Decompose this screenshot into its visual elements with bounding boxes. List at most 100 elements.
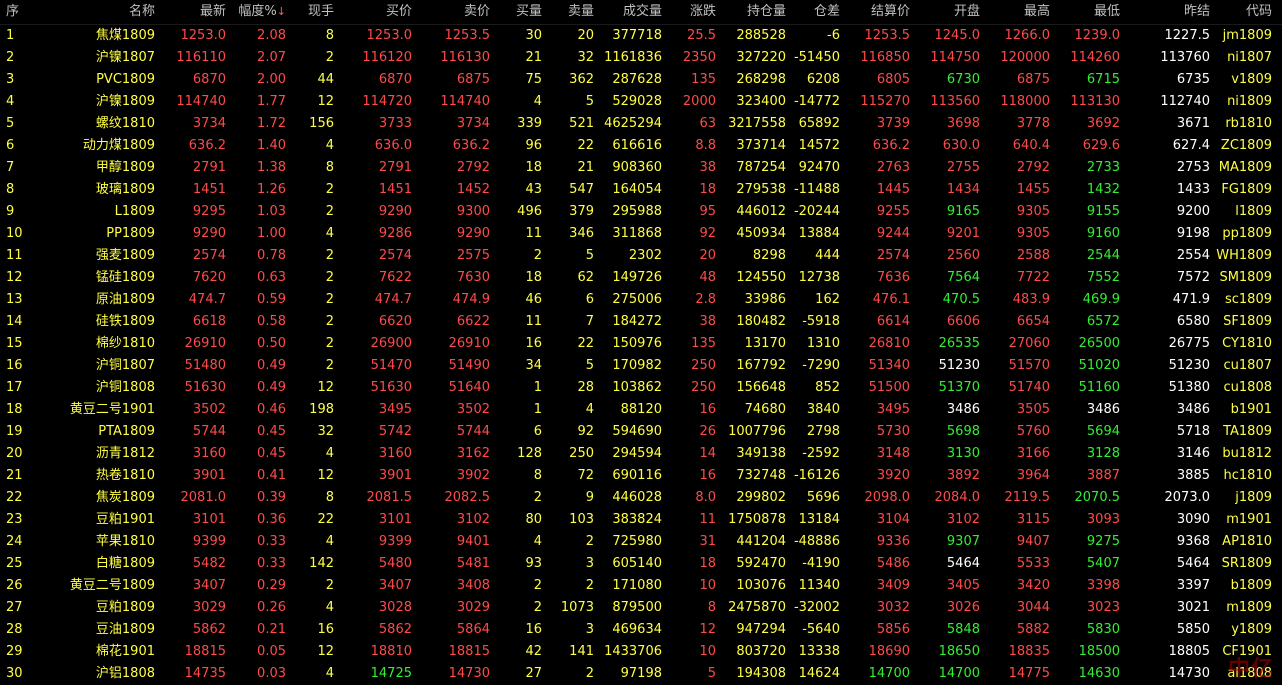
table-row[interactable]: 11 强麦1809 2574 0.78 2 2574 2575 2 5 2302 20 8298 444… bbox=[0, 245, 1282, 267]
header-turnover[interactable]: 成交量 bbox=[596, 0, 662, 24]
cell-bid: 7622 bbox=[378, 270, 412, 285]
cell-bid: 9399 bbox=[378, 534, 412, 549]
table-row[interactable]: 27 豆粕1809 3029 0.26 4 3028 3029 2 1073 879500 8 247… bbox=[0, 597, 1282, 619]
cell-change: 92 bbox=[699, 226, 716, 241]
cell-high: 7722 bbox=[1016, 270, 1050, 285]
cell-prev-settle: 3671 bbox=[1176, 116, 1210, 131]
cell-ask: 116130 bbox=[440, 50, 490, 65]
cell-settle: 3104 bbox=[876, 512, 910, 527]
cell-ask-volume: 2 bbox=[585, 666, 594, 681]
cell-index: 11 bbox=[6, 248, 23, 263]
table-row[interactable]: 16 沪铜1807 51480 0.49 2 51470 51490 34 5 170982 250… bbox=[0, 355, 1282, 377]
cell-name: 沪镍1807 bbox=[95, 50, 155, 65]
cell-code: ni1809 bbox=[1227, 94, 1272, 109]
table-row[interactable]: 24 苹果1810 9399 0.33 4 9399 9401 4 2 725980 31 44120… bbox=[0, 531, 1282, 553]
table-row[interactable]: 20 沥青1812 3160 0.45 4 3160 3162 128 250 294594 14 3… bbox=[0, 443, 1282, 465]
table-row[interactable]: 1 焦煤1809 1253.0 2.08 8 1253.0 1253.5 30 20 377718… bbox=[0, 25, 1282, 47]
table-row[interactable]: 3 PVC1809 6870 2.00 44 6870 6875 75 362 287628 135… bbox=[0, 69, 1282, 91]
cell-low: 3486 bbox=[1086, 402, 1120, 417]
cell-change: 8.8 bbox=[695, 138, 716, 153]
table-row[interactable]: 2 沪镍1807 116110 2.07 2 116120 116130 21 32 116183… bbox=[0, 47, 1282, 69]
cell-index: 12 bbox=[6, 270, 23, 285]
header-name[interactable]: 名称 bbox=[40, 0, 155, 24]
header-index[interactable]: 序 bbox=[6, 0, 36, 24]
cell-change-pct: 0.26 bbox=[257, 600, 286, 615]
cell-last: 14735 bbox=[184, 666, 226, 681]
header-prev-settle[interactable]: 昨结 bbox=[1122, 0, 1210, 24]
table-row[interactable]: 29 棉花1901 18815 0.05 12 18810 18815 42 141 143370… bbox=[0, 641, 1282, 663]
cell-change-pct: 0.59 bbox=[257, 292, 286, 307]
cell-code: cu1807 bbox=[1223, 358, 1272, 373]
table-row[interactable]: 7 甲醇1809 2791 1.38 8 2791 2792 18 21 908360 38 7872… bbox=[0, 157, 1282, 179]
cell-low: 3692 bbox=[1086, 116, 1120, 131]
table-row[interactable]: 19 PTA1809 5744 0.45 32 5742 5744 6 92 594690 26 10… bbox=[0, 421, 1282, 443]
header-high[interactable]: 最高 bbox=[982, 0, 1050, 24]
table-row[interactable]: 9 L1809 9295 1.03 2 9290 9300 496 379 295988 95 446… bbox=[0, 201, 1282, 223]
table-row[interactable]: 26 黄豆二号1809 3407 0.29 2 3407 3408 2 2 171080 10 103… bbox=[0, 575, 1282, 597]
cell-ask: 7630 bbox=[456, 270, 490, 285]
cell-name: PVC1809 bbox=[96, 72, 155, 87]
cell-prev-settle: 51380 bbox=[1168, 380, 1210, 395]
table-row[interactable]: 23 豆粕1901 3101 0.36 22 3101 3102 80 103 383824 11 1… bbox=[0, 509, 1282, 531]
header-ask-volume[interactable]: 卖量 bbox=[544, 0, 594, 24]
table-row[interactable]: 21 热卷1810 3901 0.41 12 3901 3902 8 72 690116 16 732… bbox=[0, 465, 1282, 487]
cell-low: 629.6 bbox=[1082, 138, 1120, 153]
table-row[interactable]: 6 动力煤1809 636.2 1.40 4 636.0 636.2 96 22 616616 8.… bbox=[0, 135, 1282, 157]
cell-oi-diff: 13184 bbox=[798, 512, 840, 527]
header-bid[interactable]: 买价 bbox=[336, 0, 412, 24]
cell-volume-now: 2 bbox=[325, 270, 334, 285]
header-change-pct[interactable]: 幅度%↓ bbox=[228, 0, 286, 24]
table-row[interactable]: 22 焦炭1809 2081.0 0.39 8 2081.5 2082.5 2 9 446028 8… bbox=[0, 487, 1282, 509]
table-row[interactable]: 8 玻璃1809 1451 1.26 2 1451 1452 43 547 164054 18 279… bbox=[0, 179, 1282, 201]
cell-volume-now: 16 bbox=[317, 622, 334, 637]
cell-index: 27 bbox=[6, 600, 23, 615]
cell-prev-settle: 3885 bbox=[1176, 468, 1210, 483]
cell-bid: 51470 bbox=[370, 358, 412, 373]
cell-settle: 636.2 bbox=[872, 138, 910, 153]
table-row[interactable]: 15 棉纱1810 26910 0.50 2 26900 26910 16 22 150976 13… bbox=[0, 333, 1282, 355]
table-row[interactable]: 18 黄豆二号1901 3502 0.46 198 3495 3502 1 4 88120 16 74… bbox=[0, 399, 1282, 421]
cell-open: 2084.0 bbox=[934, 490, 981, 505]
cell-code: b1809 bbox=[1230, 578, 1272, 593]
header-last[interactable]: 最新 bbox=[158, 0, 226, 24]
header-change[interactable]: 涨跌 bbox=[664, 0, 716, 24]
cell-ask-volume: 72 bbox=[577, 468, 594, 483]
cell-change-pct: 0.45 bbox=[257, 424, 286, 439]
cell-high: 9305 bbox=[1016, 226, 1050, 241]
header-open[interactable]: 开盘 bbox=[912, 0, 980, 24]
header-settle[interactable]: 结算价 bbox=[842, 0, 910, 24]
cell-settle: 9244 bbox=[876, 226, 910, 241]
table-row[interactable]: 4 沪镍1809 114740 1.77 12 114720 114740 4 5 529028 2… bbox=[0, 91, 1282, 113]
table-row[interactable]: 5 螺纹1810 3734 1.72 156 3733 3734 339 521 4625294 6… bbox=[0, 113, 1282, 135]
cell-change: 8.0 bbox=[695, 490, 716, 505]
cell-bid-volume: 34 bbox=[525, 358, 542, 373]
header-change-pct-label: 幅度% bbox=[238, 4, 277, 19]
cell-name: 豆油1809 bbox=[95, 622, 155, 637]
cell-volume-now: 44 bbox=[317, 72, 334, 87]
cell-ask-volume: 4 bbox=[585, 402, 594, 417]
cell-volume-now: 156 bbox=[309, 116, 334, 131]
header-bid-volume[interactable]: 买量 bbox=[492, 0, 542, 24]
cell-change: 20 bbox=[699, 248, 716, 263]
header-open-interest[interactable]: 持仓量 bbox=[718, 0, 786, 24]
header-volume-now[interactable]: 现手 bbox=[288, 0, 334, 24]
header-low[interactable]: 最低 bbox=[1052, 0, 1120, 24]
cell-volume-now: 22 bbox=[317, 512, 334, 527]
header-code[interactable]: 代码 bbox=[1212, 0, 1272, 24]
cell-open-interest: 3217558 bbox=[728, 116, 786, 131]
table-row[interactable]: 28 豆油1809 5862 0.21 16 5862 5864 16 3 469634 12 947… bbox=[0, 619, 1282, 641]
table-row[interactable]: 12 锰硅1809 7620 0.63 2 7622 7630 18 62 149726 48 124… bbox=[0, 267, 1282, 289]
header-ask[interactable]: 卖价 bbox=[414, 0, 490, 24]
table-row[interactable]: 13 原油1809 474.7 0.59 2 474.7 474.9 46 6 275006 2.8… bbox=[0, 289, 1282, 311]
cell-last: 5482 bbox=[192, 556, 226, 571]
cell-bid: 474.7 bbox=[374, 292, 412, 307]
header-oi-diff[interactable]: 仓差 bbox=[788, 0, 840, 24]
cell-oi-diff: -32002 bbox=[793, 600, 840, 615]
table-row[interactable]: 30 沪铝1808 14735 0.03 4 14725 14730 27 2 97198 5 194… bbox=[0, 663, 1282, 685]
table-row[interactable]: 25 白糖1809 5482 0.33 142 5480 5481 93 3 605140 18 59… bbox=[0, 553, 1282, 575]
table-row[interactable]: 10 PP1809 9290 1.00 4 9286 9290 11 346 311868 92 45… bbox=[0, 223, 1282, 245]
table-row[interactable]: 14 硅铁1809 6618 0.58 2 6620 6622 11 7 184272 38 1804… bbox=[0, 311, 1282, 333]
cell-prev-settle: 1227.5 bbox=[1164, 28, 1211, 43]
cell-prev-settle: 2073.0 bbox=[1164, 490, 1211, 505]
table-row[interactable]: 17 沪铜1808 51630 0.49 12 51630 51640 1 28 103862 25… bbox=[0, 377, 1282, 399]
